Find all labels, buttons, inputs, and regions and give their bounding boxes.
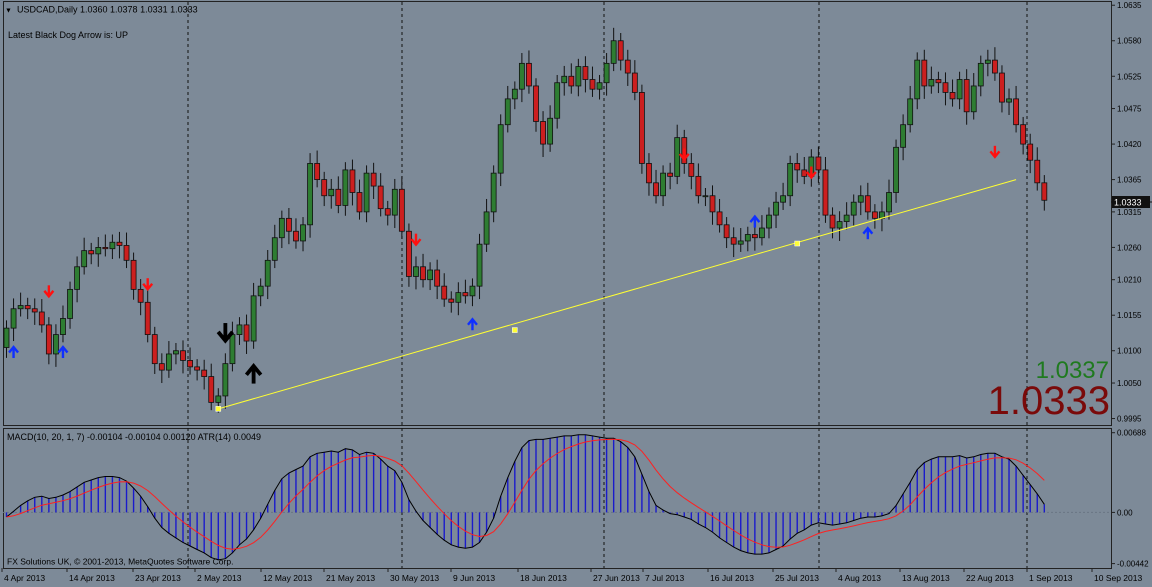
price-tick-label: 1.0050	[1117, 379, 1142, 388]
current-price-label: 1.0333	[1114, 198, 1142, 208]
date-label: 10 Sep 2013	[1094, 573, 1142, 583]
macd-tick-label: 0.00	[1117, 508, 1133, 517]
black-dog-status: Latest Black Dog Arrow is: UP	[8, 30, 128, 40]
date-label: 1 Sep 2013	[1029, 573, 1073, 583]
date-label: 16 Jul 2013	[710, 573, 754, 583]
macd-tick-label: 0.00688	[1117, 429, 1146, 438]
date-label: 7 Jul 2013	[645, 573, 684, 583]
trendline-anchor[interactable]	[794, 240, 800, 247]
price-tick-label: 1.0475	[1117, 105, 1142, 114]
price-tick-label: 1.0365	[1117, 176, 1142, 185]
date-label: 30 May 2013	[390, 573, 439, 583]
price-chart[interactable]: 1.0635 1.0580 1.0525 1.0475 1.0420 1.0365 1.03…	[0, 0, 1152, 587]
date-label: 4 Aug 2013	[838, 573, 881, 583]
date-label: 27 Jun 2013	[593, 573, 640, 583]
price-tick-label: 1.0260	[1117, 243, 1142, 252]
price-tick-label: 1.0635	[1117, 1, 1142, 10]
date-label: 22 Aug 2013	[966, 573, 1014, 583]
date-label: 21 May 2013	[326, 573, 375, 583]
date-label: 13 Aug 2013	[902, 573, 950, 583]
current-price-display: 1.0333	[988, 379, 1110, 423]
candle	[307, 153, 313, 238]
date-label: 14 Apr 2013	[69, 573, 115, 583]
price-tick-label: 1.0100	[1117, 347, 1142, 356]
price-tick-label: 1.0315	[1117, 208, 1142, 217]
candle	[639, 84, 645, 174]
macd-tick-label: -0.00442	[1117, 560, 1149, 569]
price-tick-label: 0.9995	[1117, 415, 1142, 424]
date-label: 12 May 2013	[263, 573, 312, 583]
price-tick-label: 1.0580	[1117, 37, 1142, 46]
trendline-anchor[interactable]	[215, 406, 222, 412]
price-tick-label: 1.0420	[1117, 140, 1142, 149]
price-tick-label: 1.0155	[1117, 311, 1142, 320]
chevron-down-icon[interactable]: ▼	[5, 8, 12, 15]
date-label: 2 May 2013	[197, 573, 242, 583]
price-tick-label: 1.0210	[1117, 276, 1142, 285]
date-label: 9 Jun 2013	[453, 573, 495, 583]
copyright-text: FX Solutions UK, © 2001-2013, MetaQuotes…	[7, 557, 233, 567]
trendline-anchor[interactable]	[512, 327, 518, 333]
symbol-quote-text: USDCAD,Daily 1.0360 1.0378 1.0331 1.0333	[17, 5, 198, 15]
price-tick-label: 1.0525	[1117, 72, 1142, 81]
date-label: 4 Apr 2013	[4, 573, 45, 583]
macd-header: MACD(10, 20, 1, 7) -0.00104 -0.00104 0.0…	[7, 432, 261, 442]
date-label: 25 Jul 2013	[775, 573, 819, 583]
chart-background	[0, 0, 1152, 587]
date-label: 23 Apr 2013	[135, 573, 181, 583]
date-label: 18 Jun 2013	[520, 573, 567, 583]
chart-header-symbol: ▼ USDCAD,Daily 1.0360 1.0378 1.0331 1.033…	[5, 5, 198, 15]
